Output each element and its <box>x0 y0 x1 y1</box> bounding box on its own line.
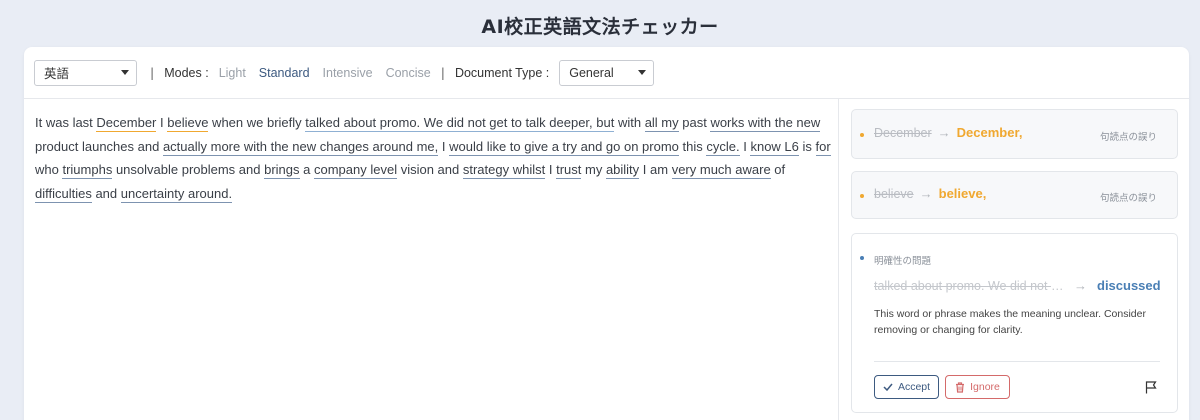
category-label: 句読点の誤り <box>1099 193 1157 204</box>
arrow-right-icon: → <box>1074 278 1087 293</box>
flagged-phrase[interactable]: company level <box>313 162 398 179</box>
ignore-label: Ignore <box>970 381 1000 393</box>
language-select[interactable]: 英語 <box>34 59 137 86</box>
flagged-phrase[interactable]: would like to give a try and go on promo <box>449 138 679 156</box>
flagged-phrase[interactable]: very much aware <box>671 162 771 179</box>
editor-text: unsolvable problems and <box>112 162 265 177</box>
flag-icon[interactable] <box>1145 381 1157 394</box>
accept-label: Accept <box>897 381 931 393</box>
editor-text: past <box>678 115 711 130</box>
toolbar: 英語 | Modes : Light Standard Intensive Co… <box>24 47 1189 99</box>
separator: | <box>440 65 445 80</box>
bullet-dot <box>860 194 864 198</box>
original-text: December <box>874 125 932 140</box>
replacement-text: December, <box>956 125 1023 140</box>
flagged-phrase[interactable]: actually more with the new changes aroun… <box>162 138 439 156</box>
suggestion-card-clarity[interactable]: 明確性の問題 talked about promo. We did not ge… <box>851 233 1178 413</box>
text-editor[interactable]: It was last December I believe when we b… <box>35 111 835 205</box>
trash-icon <box>956 381 965 393</box>
flagged-phrase[interactable]: all my <box>644 115 679 132</box>
language-value: 英語 <box>44 67 70 81</box>
editor-text: product launches and <box>35 138 163 154</box>
mode-standard[interactable]: Standard <box>259 66 310 80</box>
editor-text: is <box>798 138 816 154</box>
check-icon <box>883 383 893 391</box>
accept-button[interactable]: Accept <box>874 375 939 399</box>
replacement-text: believe, <box>938 186 987 201</box>
flagged-phrase[interactable]: strategy whilst <box>462 162 546 179</box>
panel-divider <box>838 99 839 420</box>
editor-text: I am <box>639 162 672 177</box>
arrow-right-icon: → <box>937 125 951 140</box>
mode-concise[interactable]: Concise <box>386 66 431 80</box>
editor-text: this <box>678 138 707 154</box>
flagged-phrase[interactable]: uncertainty around. <box>120 185 233 203</box>
divider <box>874 361 1160 362</box>
flagged-phrase[interactable]: December <box>96 115 157 132</box>
category-label: 明確性の問題 <box>874 256 932 267</box>
flagged-phrase[interactable]: difficulties <box>35 185 92 203</box>
mode-light[interactable]: Light <box>219 66 246 80</box>
editor-text: and <box>91 185 121 201</box>
document-type-select[interactable]: General <box>559 59 655 86</box>
editor-text: It was last <box>35 115 97 130</box>
flagged-phrase[interactable]: works with the new <box>710 115 821 132</box>
flagged-phrase[interactable]: trust <box>556 162 582 179</box>
replacement-text: discussed <box>1097 278 1161 293</box>
editor-text: who <box>35 162 63 177</box>
editor-text: of <box>770 162 786 177</box>
suggestion-card-punctuation-1[interactable]: December → December, 句読点の誤り <box>851 109 1178 159</box>
flagged-phrase[interactable]: triumphs <box>62 162 113 179</box>
modes-label: Modes : <box>164 65 209 80</box>
document-type-value: General <box>569 65 614 80</box>
ignore-button[interactable]: Ignore <box>945 375 1010 399</box>
editor-text: when we briefly <box>208 115 306 130</box>
editor-text: I <box>545 162 557 177</box>
editor-text: I <box>438 138 450 154</box>
original-text: talked about promo. We did not get to ta… <box>874 278 1064 293</box>
editor-text: with <box>614 115 645 130</box>
editor-text: I <box>739 138 751 154</box>
suggestion-card-punctuation-2[interactable]: believe → believe, 句読点の誤り <box>851 171 1178 219</box>
editor-text: I <box>156 115 168 130</box>
flagged-phrase[interactable]: talked about promo. We did not get to ta… <box>305 115 615 132</box>
flagged-phrase[interactable]: believe <box>167 115 209 132</box>
arrow-right-icon: → <box>919 186 933 201</box>
editor-text: vision and <box>397 162 463 177</box>
checker-card: 英語 | Modes : Light Standard Intensive Co… <box>24 47 1189 420</box>
page-title: AI校正英語文法チェッカー <box>481 16 719 38</box>
mode-intensive[interactable]: Intensive <box>323 66 373 80</box>
original-text: believe <box>874 186 914 201</box>
document-type-label: Document Type : <box>454 65 550 80</box>
editor-text: my <box>581 162 606 177</box>
separator: | <box>150 65 155 80</box>
category-label: 句読点の誤り <box>1099 132 1157 143</box>
bullet-dot <box>860 256 864 260</box>
chevron-down-icon <box>638 70 647 75</box>
flagged-phrase[interactable]: brings <box>264 162 300 179</box>
flagged-phrase[interactable]: cycle. <box>706 138 740 156</box>
editor-text: a <box>299 162 314 177</box>
chevron-down-icon <box>121 70 129 75</box>
flagged-phrase[interactable]: know L6 <box>750 138 799 156</box>
suggestion-description: This word or phrase makes the meaning un… <box>874 308 1146 336</box>
flagged-phrase[interactable]: for <box>815 138 831 156</box>
bullet-dot <box>860 133 864 137</box>
flagged-phrase[interactable]: ability <box>605 162 640 179</box>
